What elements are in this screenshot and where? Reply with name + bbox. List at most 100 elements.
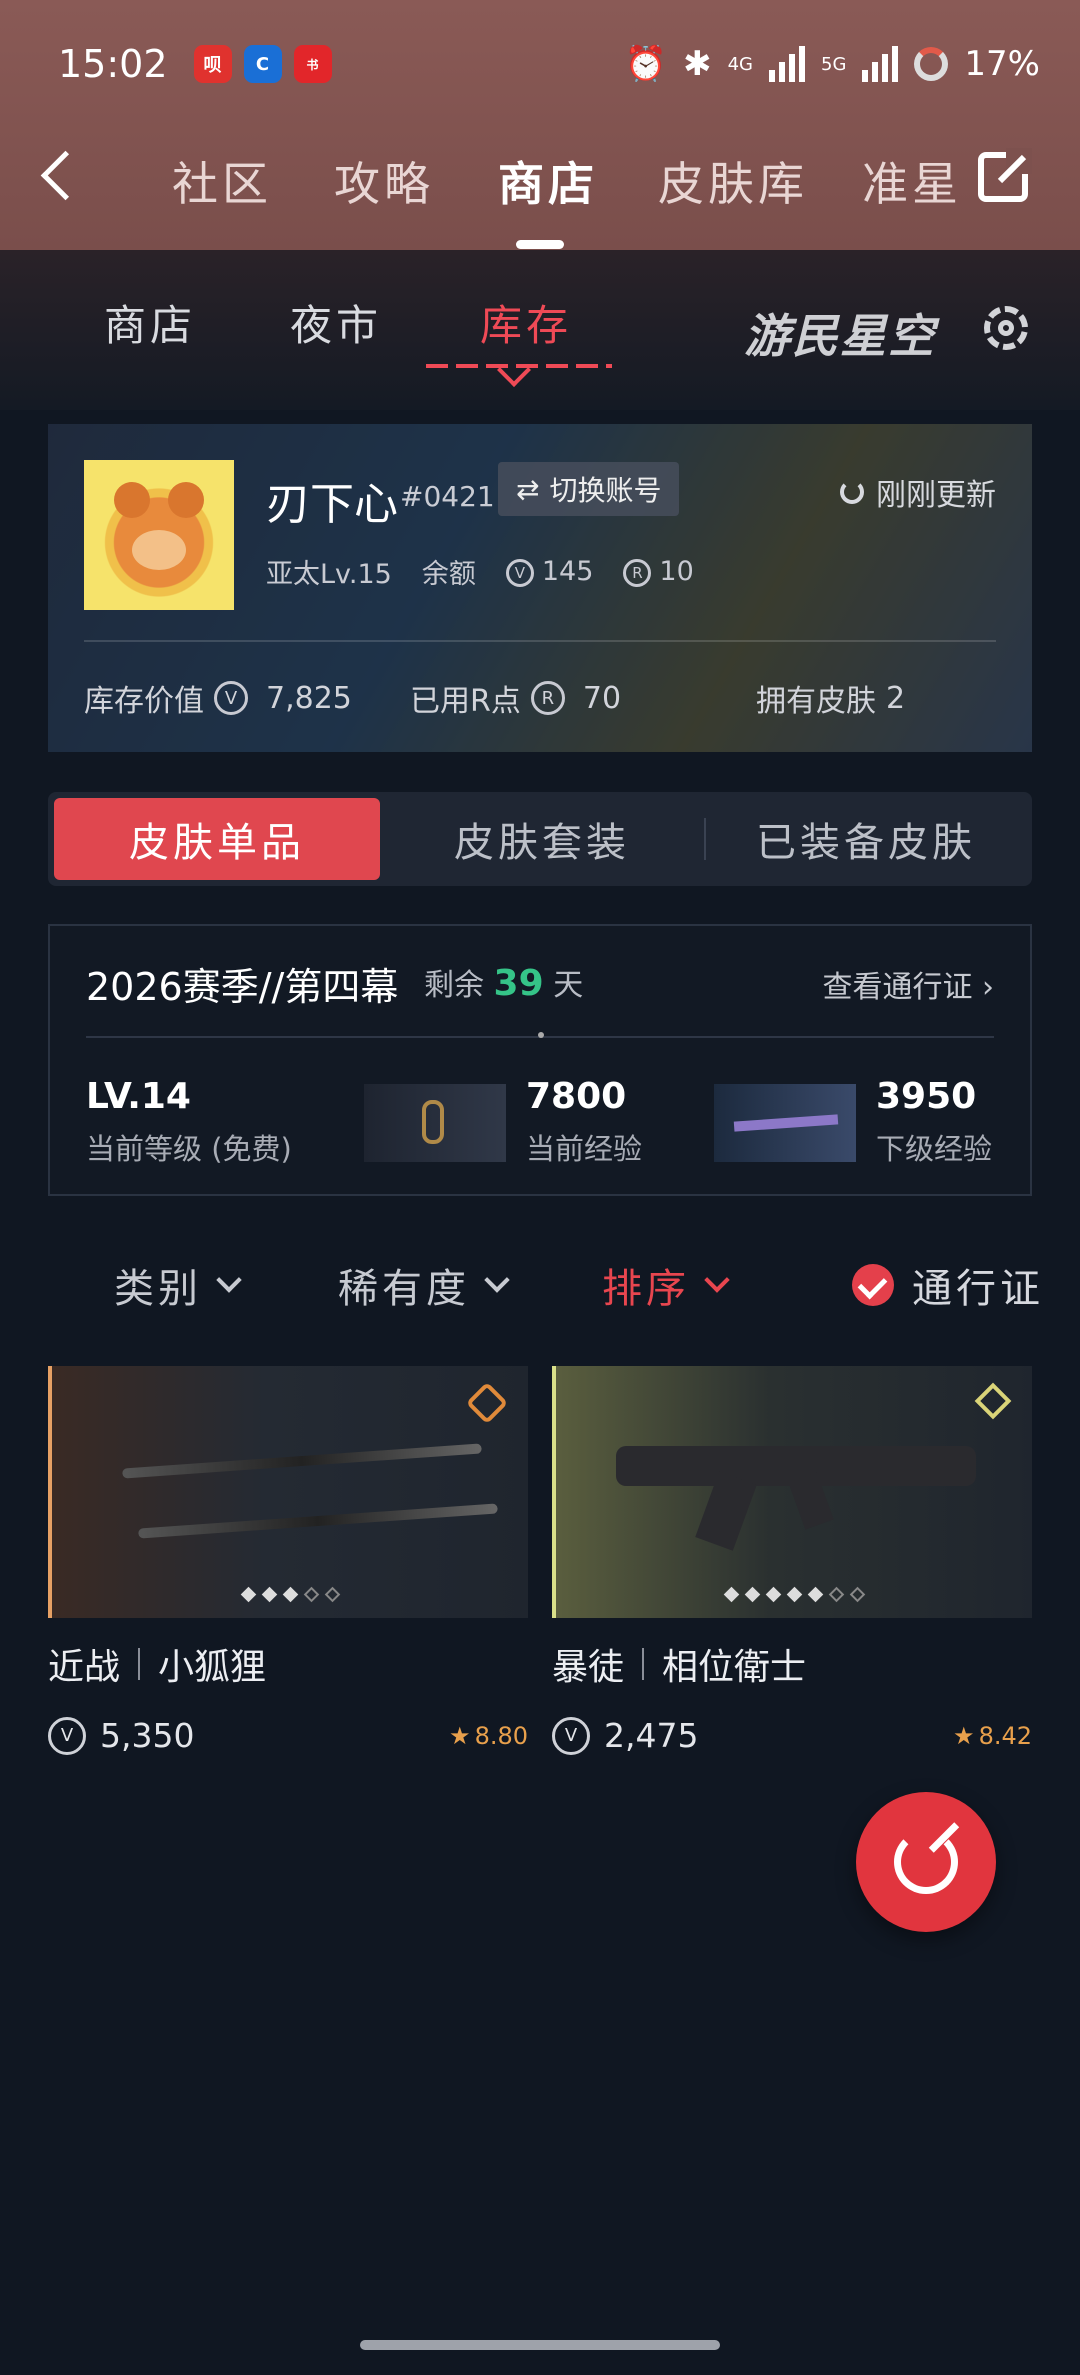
skin-type-segmented-control: 皮肤单品 皮肤套装 已装备皮肤 <box>48 792 1032 886</box>
filter-category-label: 类别 <box>114 1266 202 1312</box>
segment-skin-bundles[interactable]: 皮肤套装 <box>380 798 704 880</box>
segment-single-skins[interactable]: 皮肤单品 <box>54 798 380 880</box>
rp-coin-icon: R <box>623 558 652 587</box>
status-time: 15:02 <box>58 42 168 86</box>
rp-used-amount: 70 <box>582 680 622 716</box>
skin-name: 小狐狸 <box>158 1647 267 1688</box>
filter-rarity-label: 稀有度 <box>338 1266 470 1312</box>
subtab-inventory[interactable]: 库存 <box>480 292 572 353</box>
star-icon: ★ <box>449 1721 471 1750</box>
filter-bar: 类别 稀有度 排序 通行证 <box>0 1250 1080 1320</box>
notification-app-icon: 书 <box>293 45 332 83</box>
avatar <box>84 460 234 610</box>
skin-category: 近战 <box>48 1647 121 1688</box>
brand-logo: 游民星空 <box>744 309 936 363</box>
filter-sort-label: 排序 <box>602 1266 690 1312</box>
subtab-night-market[interactable]: 夜市 <box>290 292 382 353</box>
battery-icon <box>914 47 949 81</box>
vp-coin-icon: V <box>552 1716 590 1755</box>
tab-guides[interactable]: 攻略 <box>334 148 434 214</box>
rp-balance: 10 <box>659 556 694 587</box>
next-level-xp: 3950 <box>876 1076 977 1117</box>
network-4g-label: 4G <box>727 53 754 75</box>
skin-score-value: 8.42 <box>978 1721 1032 1750</box>
rarity-icon <box>465 1381 509 1425</box>
battle-pass-card: 2026赛季//第四幕 剩余 39 天 查看通行证 › LV.14 当前等级 (… <box>48 924 1032 1196</box>
tab-skin-library[interactable]: 皮肤库 <box>658 148 808 214</box>
chevron-down-icon <box>216 1267 242 1293</box>
current-level-label: 当前等级 (免费) <box>86 1132 292 1166</box>
rarity-icon <box>974 1382 1012 1420</box>
inventory-value: 库存价值 V 7,825 <box>84 676 352 720</box>
player-tag: #0421 <box>400 480 495 513</box>
skin-level-dots <box>556 1586 1032 1603</box>
alarm-icon: ⏰ <box>624 44 668 84</box>
rp-used: 已用R点 R 70 <box>410 676 621 720</box>
player-name: 刃下心 <box>266 479 398 530</box>
vp-coin-icon: V <box>505 558 534 587</box>
current-xp-label: 当前经验 <box>526 1132 643 1166</box>
rp-coin-icon: R <box>530 681 565 715</box>
tab-community[interactable]: 社区 <box>172 148 272 214</box>
knife-blade-shape <box>122 1443 482 1479</box>
season-remaining: 剩余 39 天 <box>424 960 583 1004</box>
reward-buddy-thumbnail <box>364 1084 506 1162</box>
title-separator <box>138 1648 141 1680</box>
subtab-store[interactable]: 商店 <box>104 292 196 353</box>
current-xp: 7800 <box>526 1076 627 1117</box>
gear-icon[interactable] <box>984 306 1028 350</box>
skins-owned-count: 2 <box>886 680 906 716</box>
skin-price: 5,350 <box>100 1716 195 1755</box>
reward-weapon-thumbnail <box>714 1084 856 1162</box>
chevron-right-icon: › <box>982 970 994 1005</box>
current-level: LV.14 <box>86 1076 191 1117</box>
title-separator <box>642 1648 645 1680</box>
network-5g-label: 5G <box>821 53 847 75</box>
skin-score-value: 8.80 <box>474 1721 528 1750</box>
remaining-days: 39 <box>493 963 544 1004</box>
skin-title: 暴徒 相位衛士 <box>552 1638 1032 1690</box>
top-nav: 社区 攻略 商店 皮肤库 准星 <box>0 148 1080 249</box>
skin-card[interactable]: 暴徒 相位衛士 V 2,475 ★ 8.42 <box>552 1366 1032 1755</box>
profile-divider <box>84 640 996 642</box>
checkmark-icon <box>852 1264 894 1306</box>
filter-category[interactable]: 类别 <box>114 1256 242 1314</box>
skins-owned: 拥有皮肤 2 <box>756 676 905 720</box>
back-icon[interactable] <box>40 150 91 201</box>
filter-battle-pass-toggle[interactable]: 通行证 <box>852 1256 1044 1314</box>
skin-name: 相位衛士 <box>662 1647 807 1688</box>
vp-balance: 145 <box>541 556 594 587</box>
vp-coin-icon: V <box>48 1716 86 1755</box>
season-title: 2026赛季//第四幕 <box>86 965 399 1009</box>
divider-dot <box>538 1032 544 1038</box>
skin-price-row: V 5,350 ★ 8.80 <box>48 1716 528 1755</box>
region-level: 亚太Lv.15 <box>266 559 392 590</box>
filter-sort[interactable]: 排序 <box>602 1256 730 1314</box>
chevron-down-icon <box>484 1267 510 1293</box>
signal-icon <box>769 46 806 82</box>
external-link-icon[interactable] <box>978 148 1032 202</box>
segment-equipped-skins[interactable]: 已装备皮肤 <box>706 798 1026 880</box>
signal-icon <box>862 46 899 82</box>
skin-price-row: V 2,475 ★ 8.42 <box>552 1716 1032 1755</box>
skin-card[interactable]: 近战 小狐狸 V 5,350 ★ 8.80 <box>48 1366 528 1755</box>
inventory-value-amount: 7,825 <box>266 680 352 716</box>
skin-image <box>552 1366 1032 1618</box>
switch-account-button[interactable]: ⇄ 切换账号 <box>498 462 680 516</box>
skin-level-dots <box>52 1586 528 1603</box>
view-battle-pass-label: 查看通行证 <box>822 970 973 1005</box>
star-icon: ★ <box>953 1721 975 1750</box>
swap-icon: ⇄ <box>516 472 540 506</box>
tab-store[interactable]: 商店 <box>498 148 598 214</box>
tab-crosshair[interactable]: 准星 <box>862 148 962 214</box>
home-indicator[interactable] <box>360 2340 720 2350</box>
refresh-status[interactable]: 刚刚更新 <box>840 470 996 514</box>
notification-app-icon: 呗 <box>193 45 232 83</box>
share-fab-button[interactable] <box>856 1792 996 1932</box>
filter-rarity[interactable]: 稀有度 <box>338 1256 510 1314</box>
remaining-prefix: 剩余 <box>424 968 484 1003</box>
view-battle-pass-link[interactable]: 查看通行证 › <box>822 962 994 1006</box>
skin-title: 近战 小狐狸 <box>48 1638 528 1690</box>
skin-price: 2,475 <box>604 1716 699 1755</box>
filter-battle-pass-label: 通行证 <box>912 1266 1044 1312</box>
